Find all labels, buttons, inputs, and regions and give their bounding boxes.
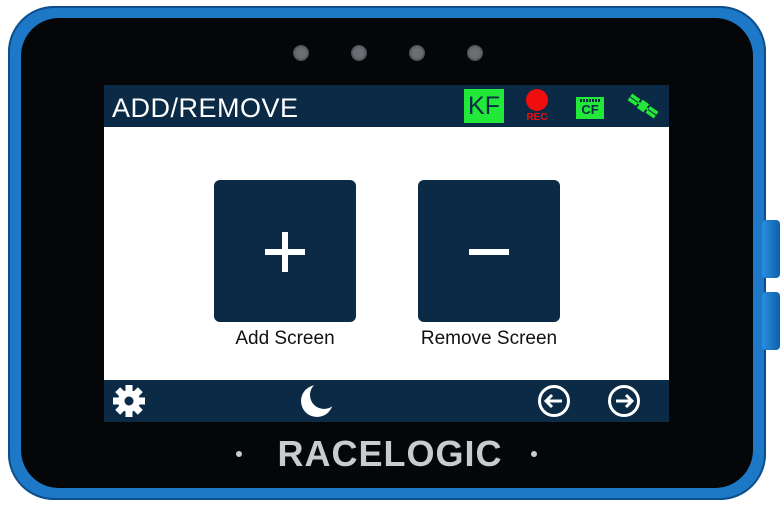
record-dot: [526, 89, 548, 111]
side-button-lower[interactable]: [762, 292, 780, 350]
arrow-right-icon[interactable]: [607, 384, 641, 418]
moon-icon[interactable]: [299, 383, 335, 419]
page-title: ADD/REMOVE: [112, 93, 299, 123]
satellite-icon: [627, 93, 659, 119]
status-led-4: [467, 45, 483, 61]
remove-screen-label: Remove Screen: [420, 328, 558, 349]
add-screen-button[interactable]: [214, 180, 356, 322]
brand-dot-right: [531, 451, 537, 457]
brand-logo: RACELOGIC: [277, 433, 503, 474]
cf-card-pins: [580, 99, 600, 102]
status-led-1: [293, 45, 309, 61]
record-icon: REC: [524, 89, 550, 125]
bottom-bar: [104, 380, 669, 422]
top-bar: ADD/REMOVE KF REC CF: [104, 85, 669, 127]
gear-icon[interactable]: [112, 384, 146, 418]
display-screen: ADD/REMOVE KF REC CF Add Screen Remove S…: [104, 85, 669, 422]
remove-screen-button[interactable]: [418, 180, 560, 322]
add-screen-label: Add Screen: [235, 328, 335, 349]
status-led-3: [409, 45, 425, 61]
cf-card-label: CF: [581, 102, 599, 117]
arrow-left-icon[interactable]: [537, 384, 571, 418]
side-button-upper[interactable]: [762, 220, 780, 278]
record-label: REC: [526, 112, 548, 123]
kf-badge-icon: KF: [464, 89, 504, 123]
status-led-2: [351, 45, 367, 61]
plus-icon-vertical: [282, 232, 288, 272]
minus-icon: [469, 249, 509, 255]
cf-card-icon: CF: [576, 97, 604, 119]
